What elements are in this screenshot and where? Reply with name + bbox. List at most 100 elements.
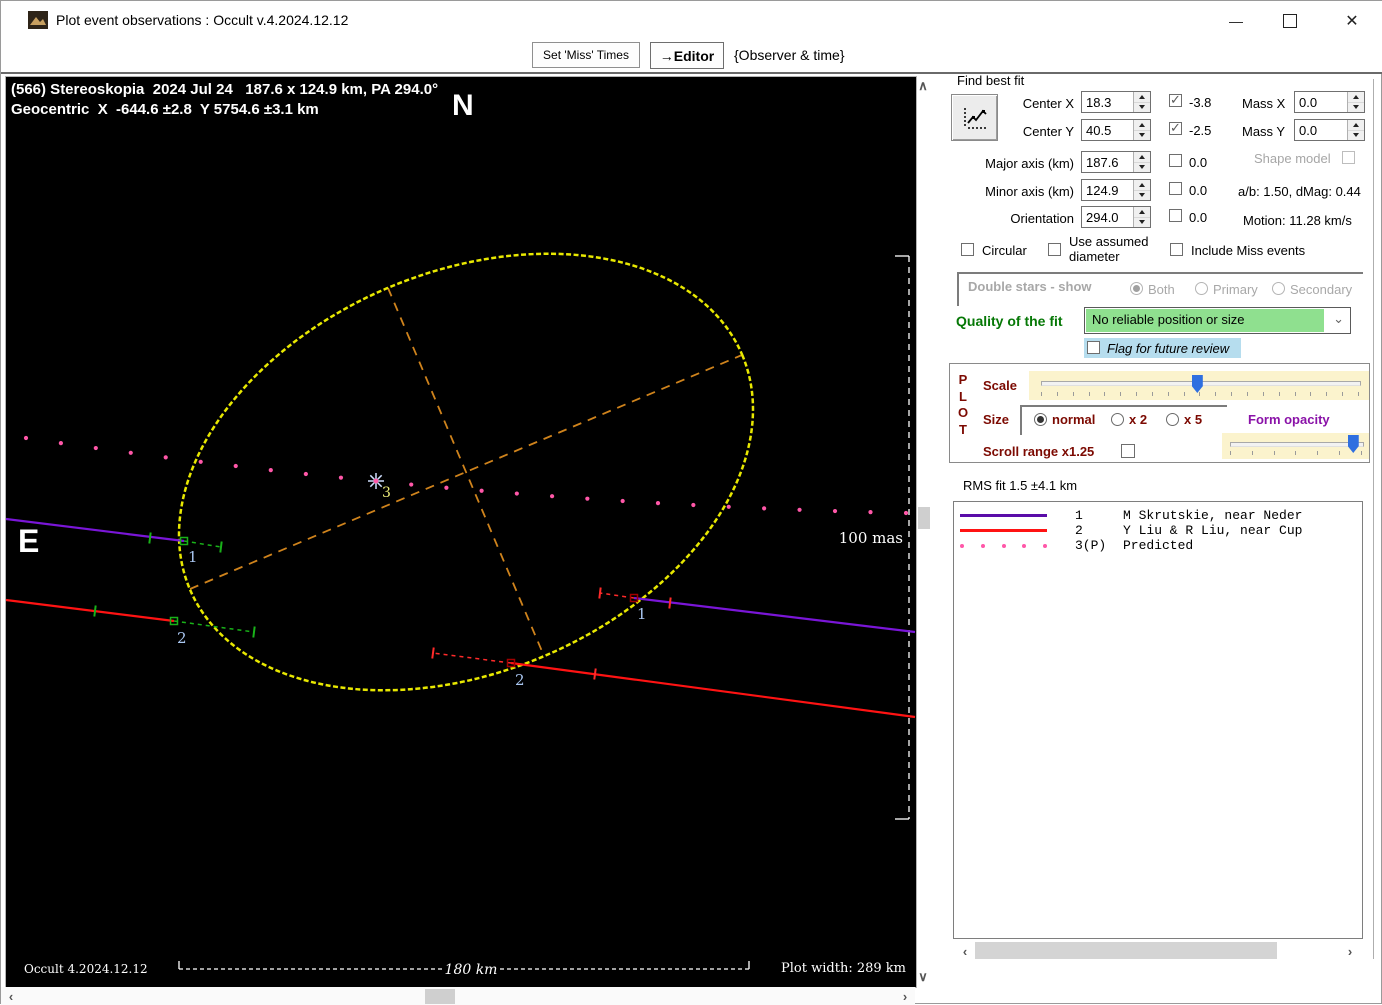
- major-axis-spinner[interactable]: [1133, 152, 1150, 172]
- mass-y-label: Mass Y: [1242, 124, 1286, 139]
- major-axis-residual: 0.0: [1189, 155, 1208, 170]
- set-miss-times-button[interactable]: Set 'Miss' Times: [532, 42, 640, 68]
- include-miss-label: Include Miss events: [1191, 243, 1306, 258]
- minor-axis-field[interactable]: [1081, 179, 1151, 201]
- predicted-track-dot: [409, 482, 414, 487]
- occultation-plot-area[interactable]: 100 mas 180 km 1 2 1 2 3 (566) Stereoskopia 20…: [5, 76, 917, 988]
- occultation-figure: 100 mas 180 km 1 2 1 2 3: [6, 252, 916, 978]
- plot-hscroll-left-icon[interactable]: ‹: [3, 988, 19, 1004]
- plot-vscroll-down-icon[interactable]: ∨: [915, 969, 931, 985]
- center-x-checkbox[interactable]: [1169, 92, 1182, 108]
- plot-vscroll-up-icon[interactable]: ∧: [915, 78, 931, 94]
- predicted-track-dot: [444, 485, 449, 490]
- quality-dropdown[interactable]: No reliable position or size ⌄: [1084, 307, 1351, 334]
- observer-chord-line[interactable]: [633, 596, 916, 634]
- double-stars-both-radio: [1130, 282, 1143, 295]
- size-x2-radio[interactable]: [1111, 413, 1124, 426]
- center-y-spinner[interactable]: [1133, 120, 1150, 140]
- major-axis-field[interactable]: [1081, 151, 1151, 173]
- predicted-track-dot: [585, 496, 590, 501]
- legend-entry-name: M Skrutskie, near Neder: [1123, 508, 1303, 523]
- size-x2-label: x 2: [1129, 412, 1148, 427]
- plot-hscroll-right-icon[interactable]: ›: [897, 988, 913, 1004]
- use-assumed-checkbox[interactable]: [1048, 243, 1061, 256]
- legend-entry-number: 1: [1075, 508, 1083, 523]
- predicted-track-dot: [479, 488, 484, 493]
- legend-line-swatch: [960, 529, 1047, 532]
- major-axis-checkbox[interactable]: [1169, 154, 1182, 167]
- plot-hscroll-thumb[interactable]: [425, 989, 455, 1004]
- major-axis-input[interactable]: [1082, 152, 1133, 172]
- circular-label: Circular: [982, 243, 1027, 258]
- plot-hscroll-track[interactable]: [1, 987, 915, 1005]
- size-normal-radio[interactable]: [1034, 413, 1047, 426]
- predicted-track-dot: [268, 467, 273, 473]
- mass-x-spinner[interactable]: [1347, 92, 1364, 112]
- editor-button[interactable]: →Editor: [650, 42, 724, 69]
- ab-dmag-label: a/b: 1.50, dMag: 0.44: [1238, 184, 1361, 199]
- double-stars-secondary-radio: [1272, 282, 1285, 295]
- panel-hscroll-left-icon[interactable]: ‹: [957, 943, 973, 959]
- plot-width-label: Plot width: 289 km: [781, 961, 906, 976]
- orientation-label: Orientation: [1010, 211, 1074, 226]
- center-x-input[interactable]: [1082, 92, 1133, 112]
- double-stars-title: Double stars - show: [968, 279, 1092, 294]
- circular-checkbox[interactable]: [961, 243, 974, 256]
- center-y-field[interactable]: [1081, 119, 1151, 141]
- plot-vscroll-thumb[interactable]: [918, 507, 930, 529]
- orientation-residual: 0.0: [1189, 210, 1208, 225]
- minor-axis-input[interactable]: [1082, 180, 1133, 200]
- maximize-button[interactable]: [1273, 8, 1307, 34]
- double-stars-primary-radio: [1195, 282, 1208, 295]
- include-miss-checkbox[interactable]: [1170, 243, 1183, 256]
- center-x-spinner[interactable]: [1133, 92, 1150, 112]
- chord-tick: [148, 532, 152, 544]
- predicted-track-dot: [832, 508, 838, 514]
- size-x5-radio[interactable]: [1166, 413, 1179, 426]
- flag-review-checkbox[interactable]: [1087, 341, 1100, 354]
- center-y-input[interactable]: [1082, 120, 1133, 140]
- close-button[interactable]: ✕: [1335, 8, 1369, 34]
- center-x-field[interactable]: [1081, 91, 1151, 113]
- predicted-track-dot: [23, 435, 29, 441]
- mas-scale-label: 100 mas: [839, 529, 903, 547]
- predicted-track-dot: [303, 471, 308, 477]
- maximize-icon: [1283, 14, 1297, 28]
- panel-hscroll-thumb[interactable]: [975, 942, 1277, 959]
- orientation-field[interactable]: [1081, 206, 1151, 228]
- predicted-track-dot: [620, 498, 625, 504]
- scroll-range-checkbox[interactable]: [1121, 444, 1135, 458]
- mass-x-field[interactable]: [1294, 91, 1365, 113]
- mass-y-spinner[interactable]: [1347, 120, 1364, 140]
- predicted-track-dot: [58, 441, 63, 446]
- center-x-label: Center X: [1022, 96, 1074, 111]
- orientation-checkbox[interactable]: [1169, 209, 1182, 222]
- orientation-spinner[interactable]: [1133, 207, 1150, 227]
- center-y-checkbox[interactable]: [1169, 120, 1182, 136]
- opacity-slider-track[interactable]: [1230, 442, 1364, 447]
- app-icon: [28, 11, 48, 29]
- panel-hscroll-right-icon[interactable]: ›: [1342, 943, 1358, 959]
- predicted-track-dot: [691, 502, 696, 508]
- chord-tick: [668, 597, 672, 609]
- minimize-button[interactable]: —: [1219, 8, 1253, 34]
- opacity-slider-ticks: [1230, 451, 1362, 455]
- legend-row: 3(P) Predicted: [954, 538, 1362, 553]
- minor-axis-spinner[interactable]: [1133, 180, 1150, 200]
- scale-slider-ticks: [1041, 392, 1359, 396]
- star-number-label: 3: [382, 485, 391, 501]
- star-marker-center: [373, 478, 379, 484]
- legend-entry-number: 3(P): [1075, 538, 1107, 553]
- predicted-track-dot: [762, 506, 767, 511]
- mass-x-input[interactable]: [1295, 92, 1347, 112]
- mass-y-input[interactable]: [1295, 120, 1347, 140]
- observer-chord-line[interactable]: [510, 661, 916, 719]
- minor-axis-checkbox[interactable]: [1169, 182, 1182, 195]
- minor-axis-residual: 0.0: [1189, 183, 1208, 198]
- mass-y-field[interactable]: [1294, 119, 1365, 141]
- chord-tick: [219, 541, 223, 553]
- orientation-input[interactable]: [1082, 207, 1133, 227]
- predicted-track-dot: [514, 491, 519, 496]
- quality-label: Quality of the fit: [956, 313, 1063, 329]
- observer-chord-line[interactable]: [6, 598, 175, 623]
